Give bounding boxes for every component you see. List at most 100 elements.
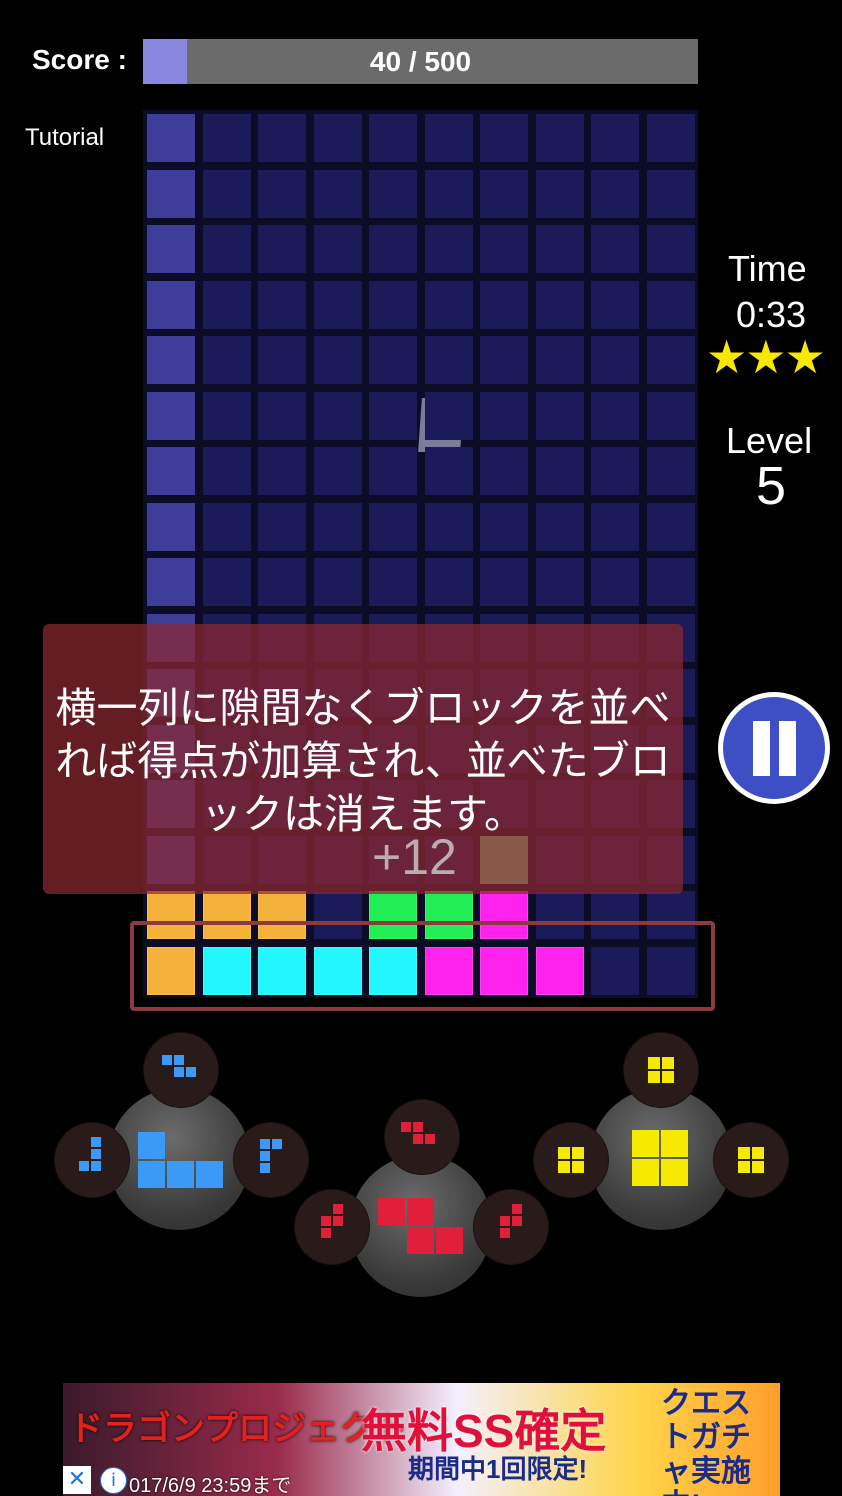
board-cell [258, 225, 306, 273]
board-cell [202, 114, 251, 162]
bonus-score-popup: +12 [372, 829, 457, 885]
board-cell [147, 558, 195, 606]
board-cell [480, 391, 528, 440]
board-cell [369, 225, 417, 273]
board-cell [591, 502, 639, 551]
board-cell [535, 502, 584, 551]
board-cell [535, 447, 584, 495]
board-cell [535, 114, 584, 162]
board-cell [147, 391, 195, 440]
board-cell [369, 336, 417, 384]
board-cell [258, 502, 306, 551]
board-cell [480, 169, 528, 218]
board-cell [369, 502, 417, 551]
board-cell [313, 169, 362, 218]
rotate-right-button-red[interactable] [474, 1190, 548, 1264]
l-piece-icon [260, 1139, 282, 1173]
j-piece-icon [79, 1137, 101, 1171]
board-cell [480, 336, 528, 384]
board-cell [591, 391, 639, 440]
board-cell [591, 169, 639, 218]
board-cell [369, 280, 417, 329]
rotate-right-button-yellow[interactable] [714, 1123, 788, 1197]
board-cell [313, 558, 362, 606]
board-cell [147, 447, 195, 495]
board-cell [646, 391, 695, 440]
board-cell [147, 225, 195, 273]
board-cell [202, 558, 251, 606]
board-cell [313, 447, 362, 495]
board-cell [480, 225, 528, 273]
board-cell [424, 225, 473, 273]
pause-icon [723, 697, 825, 799]
rotate-left-button-blue[interactable] [55, 1123, 129, 1197]
board-cell [535, 558, 584, 606]
board-cell [424, 169, 473, 218]
board-cell [424, 336, 473, 384]
star-rating: ★★★ [706, 330, 826, 384]
pause-bar-left [753, 721, 770, 776]
board-cell [591, 558, 639, 606]
score-text: 40 / 500 [369, 46, 472, 77]
board-cell [202, 502, 251, 551]
ad-close-icon[interactable]: ✕ [63, 1466, 91, 1494]
board-cell [646, 336, 695, 384]
pause-bar-right [779, 721, 796, 776]
board-cell [258, 280, 306, 329]
board-cell [591, 447, 639, 495]
board-cell [147, 336, 195, 384]
board-cell [591, 114, 639, 162]
ad-date: 017/6/9 23:59まで [129, 1475, 292, 1496]
board-cell [591, 225, 639, 273]
board-cell [480, 114, 528, 162]
board-cell [480, 447, 528, 495]
board-cell [313, 502, 362, 551]
s-piece-icon [162, 1055, 196, 1077]
board-cell [369, 558, 417, 606]
ad-logo: ドラゴンプロジェクト [69, 1411, 408, 1448]
board-cell [202, 391, 251, 440]
board-cell [258, 447, 306, 495]
board-cell [646, 114, 695, 162]
board-cell [646, 280, 695, 329]
score-label: Score : [32, 44, 127, 75]
ad-banner[interactable]: ドラゴンプロジェクト 無料SS確定 期間中1回限定! クエストガチャ実施中! 0… [63, 1383, 780, 1496]
board-cell [424, 447, 473, 495]
rotate-left-button-red[interactable] [295, 1190, 369, 1264]
board-cell [424, 502, 473, 551]
rotate-left-button-yellow[interactable] [534, 1123, 608, 1197]
rotate-right-button-blue[interactable] [234, 1123, 308, 1197]
board-cell [147, 502, 195, 551]
rotate-top-button-red[interactable] [385, 1100, 459, 1174]
level-value: 5 [756, 456, 787, 516]
tutorial-message-box: 横一列に隙間なくブロックを並べれば得点が加算され、並べたブロックは消えます。 [43, 624, 683, 894]
board-cell [147, 169, 195, 218]
o-piece-icon [738, 1147, 764, 1173]
board-cell [313, 336, 362, 384]
board-cell [424, 114, 473, 162]
j-piece-main-icon [138, 1132, 223, 1188]
board-cell [147, 280, 195, 329]
board-cell [424, 391, 473, 440]
board-cell [480, 502, 528, 551]
board-cell [258, 558, 306, 606]
score-bar: 40 / 500 [143, 39, 698, 84]
ad-info-icon[interactable]: i [100, 1467, 127, 1494]
board-cell [646, 502, 695, 551]
board-cell [202, 280, 251, 329]
ad-right-text: クエストガチャ実施中! [661, 1387, 751, 1496]
rotate-top-button-blue[interactable] [144, 1033, 218, 1107]
board-cell [424, 558, 473, 606]
board-cell [202, 447, 251, 495]
z-piece-icon [401, 1122, 435, 1144]
board-cell [591, 280, 639, 329]
board-cell [202, 169, 251, 218]
board-cell [258, 114, 306, 162]
pause-button[interactable] [718, 692, 830, 804]
board-cell [535, 336, 584, 384]
board-cell [258, 169, 306, 218]
board-cell [535, 169, 584, 218]
board-cell [202, 336, 251, 384]
rotate-top-button-yellow[interactable] [624, 1033, 698, 1107]
z-vertical-alt-piece-icon [500, 1204, 522, 1238]
